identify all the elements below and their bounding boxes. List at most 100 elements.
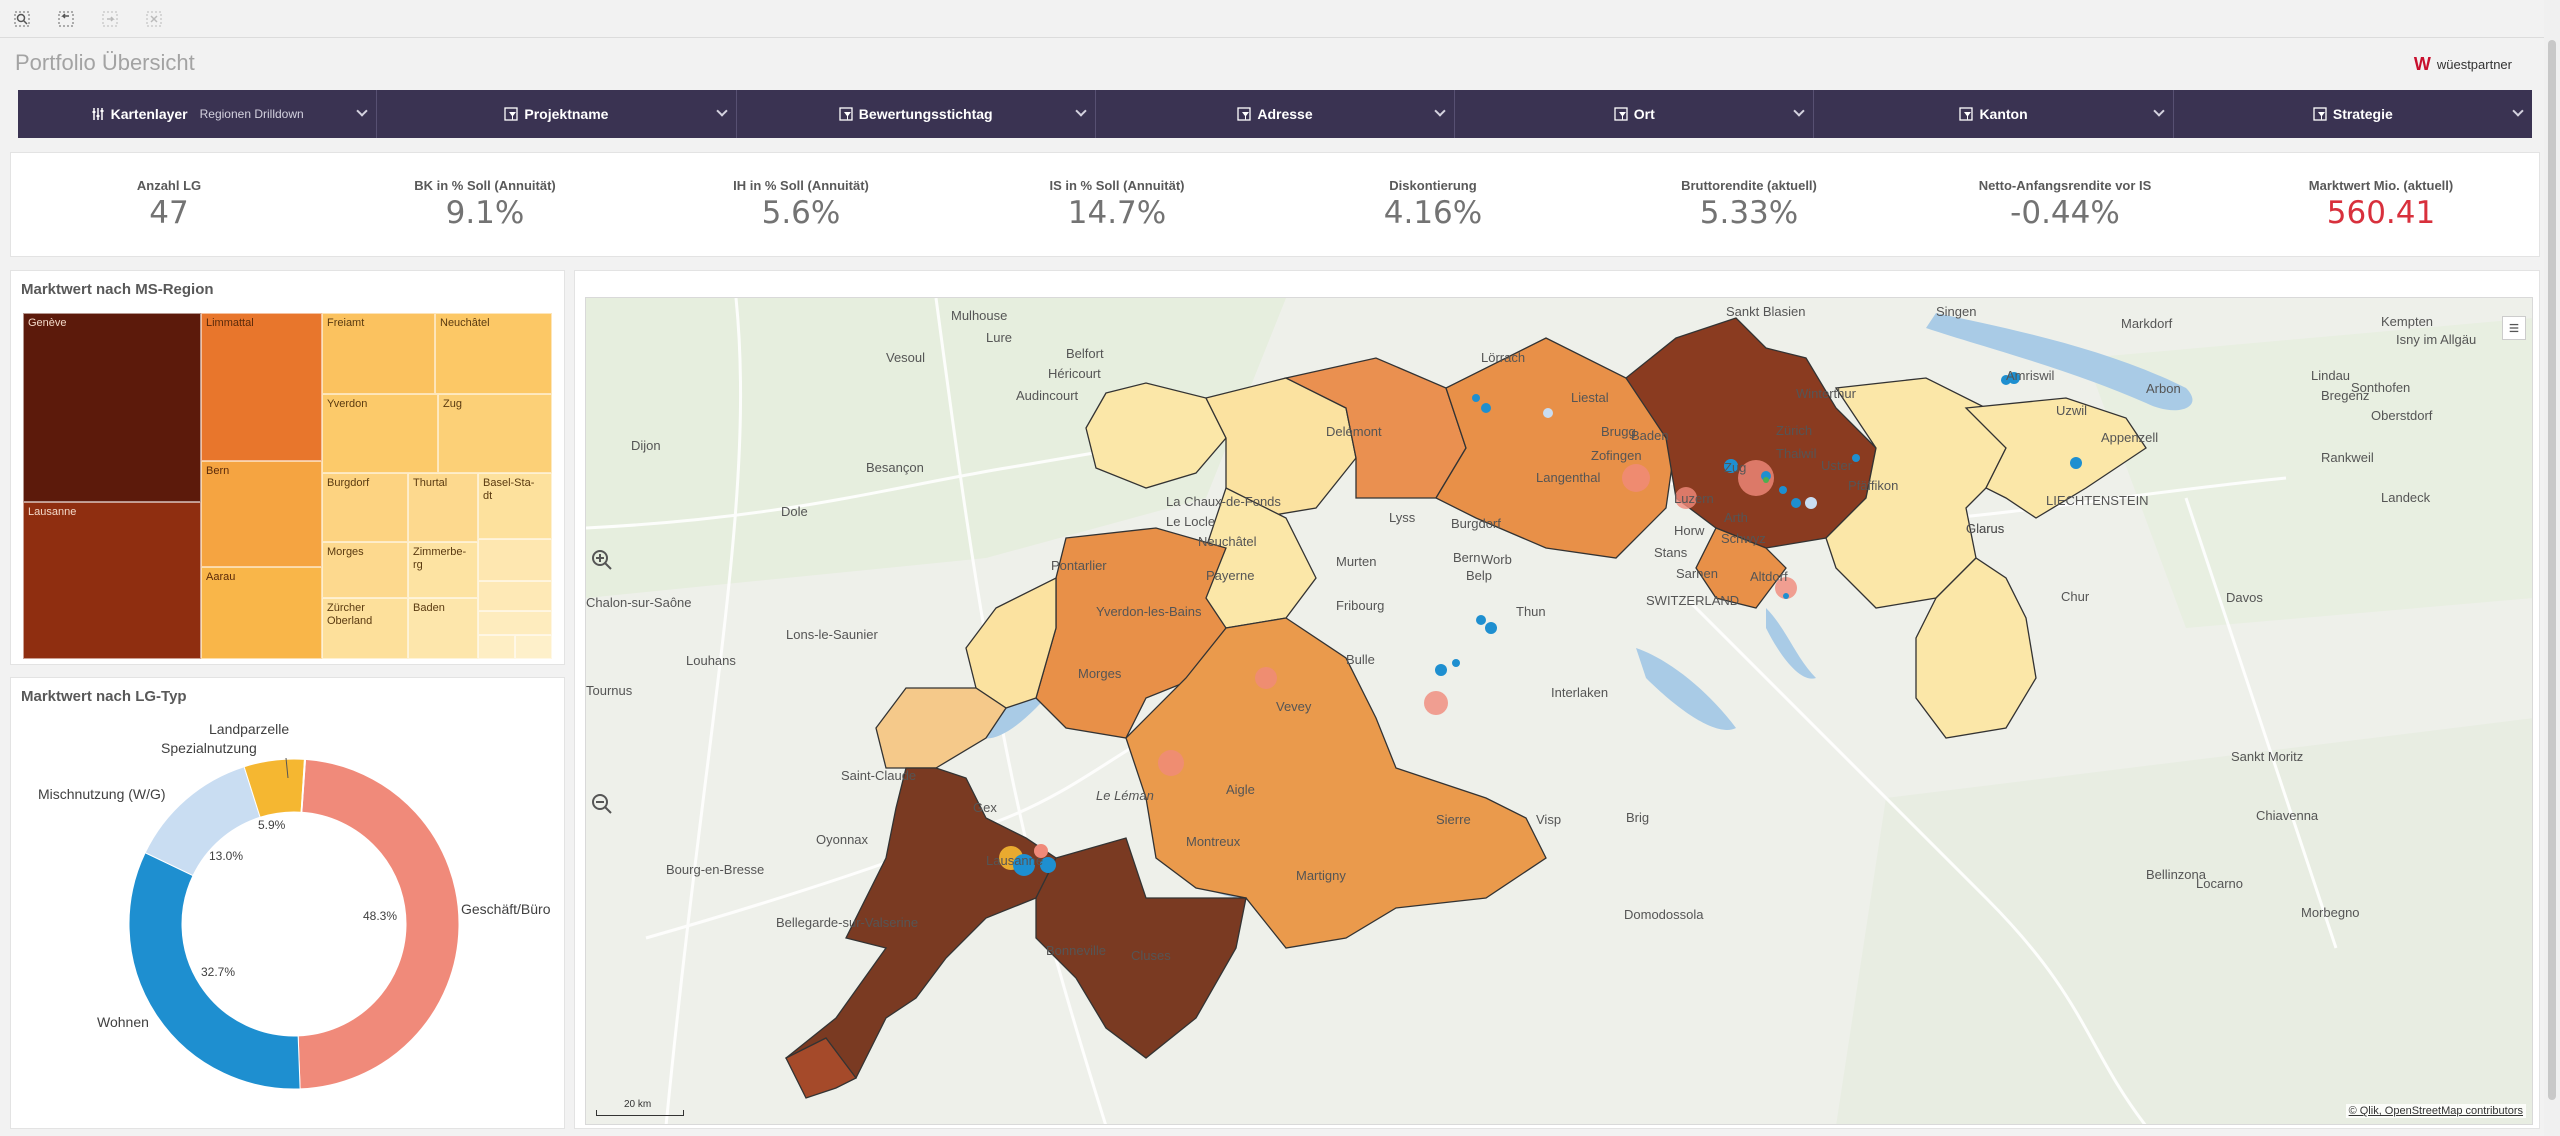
map-place-label: Bulle	[1346, 652, 1375, 667]
property-marker[interactable]	[1476, 615, 1486, 625]
map-place-label: Fribourg	[1336, 598, 1384, 613]
map-place-label: Lyss	[1389, 510, 1416, 525]
donut-label-spezialnutzung: Spezialnutzung	[161, 740, 257, 756]
kpi-diskontierung[interactable]: Diskontierung 4.16%	[1275, 153, 1591, 256]
title-row: Portfolio Übersicht W wüestpartner	[0, 40, 2560, 86]
filter-icon	[1614, 107, 1628, 121]
map-place-label: Le Léman	[1096, 788, 1154, 803]
treemap-cell[interactable]: Morges	[322, 542, 408, 598]
treemap-cell[interactable]: Zimmerbe-rg	[408, 542, 478, 598]
property-marker[interactable]	[1472, 394, 1480, 402]
treemap-cell[interactable]: Lausanne	[23, 502, 201, 659]
property-marker[interactable]	[1481, 403, 1491, 413]
treemap-cell[interactable]: Thurtal	[408, 473, 478, 542]
scrollbar-thumb[interactable]	[2548, 40, 2556, 1100]
smart-search-icon[interactable]	[4, 4, 40, 34]
map-scale-label: 20 km	[624, 1099, 652, 1110]
property-marker[interactable]	[1622, 464, 1650, 492]
treemap-cell[interactable]	[478, 581, 552, 611]
donut-slice-geschaeft-buero[interactable]	[297, 758, 460, 1090]
filter-ort[interactable]: Ort	[1455, 90, 1815, 138]
kpi-is-soll[interactable]: IS in % Soll (Annuität) 14.7%	[959, 153, 1275, 256]
map-place-label: Chiavenna	[2256, 808, 2319, 823]
zoom-out-icon[interactable]	[588, 790, 616, 818]
map-place-label: Belfort	[1066, 346, 1104, 361]
map-place-label: Belp	[1466, 568, 1492, 583]
property-marker[interactable]	[1791, 498, 1801, 508]
map-place-label: Louhans	[686, 653, 736, 668]
selections-forward-icon[interactable]	[92, 4, 128, 34]
treemap-cell[interactable]	[515, 635, 552, 659]
property-marker[interactable]	[1852, 454, 1860, 462]
map-place-label: Singen	[1936, 304, 1976, 319]
treemap-cell[interactable]: Neuchâtel	[435, 313, 552, 394]
map-place-label: Neuchâtel	[1198, 534, 1257, 549]
map-place-label: Uzwil	[2056, 403, 2087, 418]
property-marker[interactable]	[1779, 486, 1787, 494]
property-marker[interactable]	[1424, 691, 1448, 715]
treemap-cell[interactable]	[478, 539, 552, 581]
selections-back-icon[interactable]	[48, 4, 84, 34]
treemap-cell[interactable]: Bern	[201, 461, 322, 567]
property-marker[interactable]	[2070, 457, 2082, 469]
treemap-cell[interactable]	[478, 611, 552, 635]
treemap-cell[interactable]: Zürcher Oberland	[322, 598, 408, 659]
treemap-cell[interactable]: Basel-Sta-dt	[478, 473, 552, 539]
property-marker[interactable]	[1485, 622, 1497, 634]
treemap-cell[interactable]: Yverdon	[322, 394, 438, 473]
donut-label-mischnutzung: Mischnutzung (W/G)	[38, 786, 166, 802]
treemap-cell[interactable]: Aarau	[201, 567, 322, 659]
zoom-in-icon[interactable]	[588, 546, 616, 574]
map-place-label: Gex	[973, 800, 997, 815]
map[interactable]: Mulhouse Sankt Blasien Singen Markdorf Kempt…	[585, 297, 2533, 1125]
property-marker[interactable]	[1805, 497, 1817, 509]
property-marker[interactable]	[1158, 750, 1184, 776]
filter-sublabel: Regionen Drilldown	[199, 107, 304, 121]
filter-kanton[interactable]: Kanton	[1814, 90, 2174, 138]
property-marker[interactable]	[1255, 667, 1277, 689]
filter-kartenlayer[interactable]: Kartenlayer Regionen Drilldown	[18, 90, 378, 138]
map-place-label: Sonthofen	[2351, 380, 2410, 395]
map-place-label: Baden	[1631, 428, 1669, 443]
filter-adresse[interactable]: Adresse	[1096, 90, 1456, 138]
page-scrollbar[interactable]	[2544, 0, 2560, 1136]
kpi-bruttorendite[interactable]: Bruttorendite (aktuell) 5.33%	[1591, 153, 1907, 256]
treemap-cell[interactable]: Limmattal	[201, 313, 322, 461]
property-marker[interactable]	[1783, 593, 1789, 599]
kpi-anzahl-lg[interactable]: Anzahl LG 47	[11, 153, 327, 256]
property-marker[interactable]	[1543, 408, 1553, 418]
treemap-cell[interactable]: Baden	[408, 598, 478, 659]
treemap-cell-label: Aarau	[206, 571, 236, 583]
treemap-cell[interactable]: Burgdorf	[322, 473, 408, 542]
clear-selections-icon[interactable]	[136, 4, 172, 34]
property-marker[interactable]	[1763, 477, 1769, 483]
map-place-label: Lörrach	[1481, 350, 1525, 365]
map-attribution: © Qlik, OpenStreetMap contributors	[2345, 1104, 2526, 1118]
treemap-cell[interactable]	[478, 635, 515, 659]
property-marker[interactable]	[1435, 664, 1447, 676]
donut-label-landparzelle: Landparzelle	[209, 721, 290, 737]
kpi-marktwert[interactable]: Marktwert Mio. (aktuell) 560.41	[2223, 153, 2539, 256]
map-menu-icon[interactable]	[2502, 316, 2526, 340]
kpi-bk-soll[interactable]: BK in % Soll (Annuität) 9.1%	[327, 153, 643, 256]
treemap-cell[interactable]: Freiamt	[322, 313, 435, 394]
filter-projektname[interactable]: Projektname	[377, 90, 737, 138]
filter-bewertungsstichtag[interactable]: Bewertungsstichtag	[737, 90, 1096, 138]
donut-label-geschaeft-buero: Geschäft/Büro	[461, 901, 551, 917]
logo-mark-icon: W	[2413, 54, 2431, 74]
treemap-cell[interactable]: Genève	[23, 313, 201, 502]
map-place-label: Thalwil	[1776, 446, 1817, 461]
map-place-label: Thun	[1516, 604, 1546, 619]
treemap-cell[interactable]: Zug	[438, 394, 552, 473]
property-marker[interactable]	[1452, 659, 1460, 667]
kpi-label: IS in % Soll (Annuität)	[1049, 178, 1185, 193]
filter-strategie[interactable]: Strategie	[2174, 90, 2532, 138]
treemap-cell-label: Neuchâtel	[440, 317, 490, 329]
map-canvas[interactable]: Mulhouse Sankt Blasien Singen Markdorf Kempt…	[586, 298, 2533, 1125]
map-place-label: Martigny	[1296, 868, 1346, 883]
kpi-netto-anfangsrendite[interactable]: Netto-Anfangsrendite vor IS -0.44%	[1907, 153, 2223, 256]
map-place-label: Schwyz	[1721, 531, 1766, 546]
kpi-ih-soll[interactable]: IH in % Soll (Annuität) 5.6%	[643, 153, 959, 256]
map-place-label: Worb	[1481, 552, 1512, 567]
treemap-cell-label: Zimmerbe-	[413, 546, 467, 558]
